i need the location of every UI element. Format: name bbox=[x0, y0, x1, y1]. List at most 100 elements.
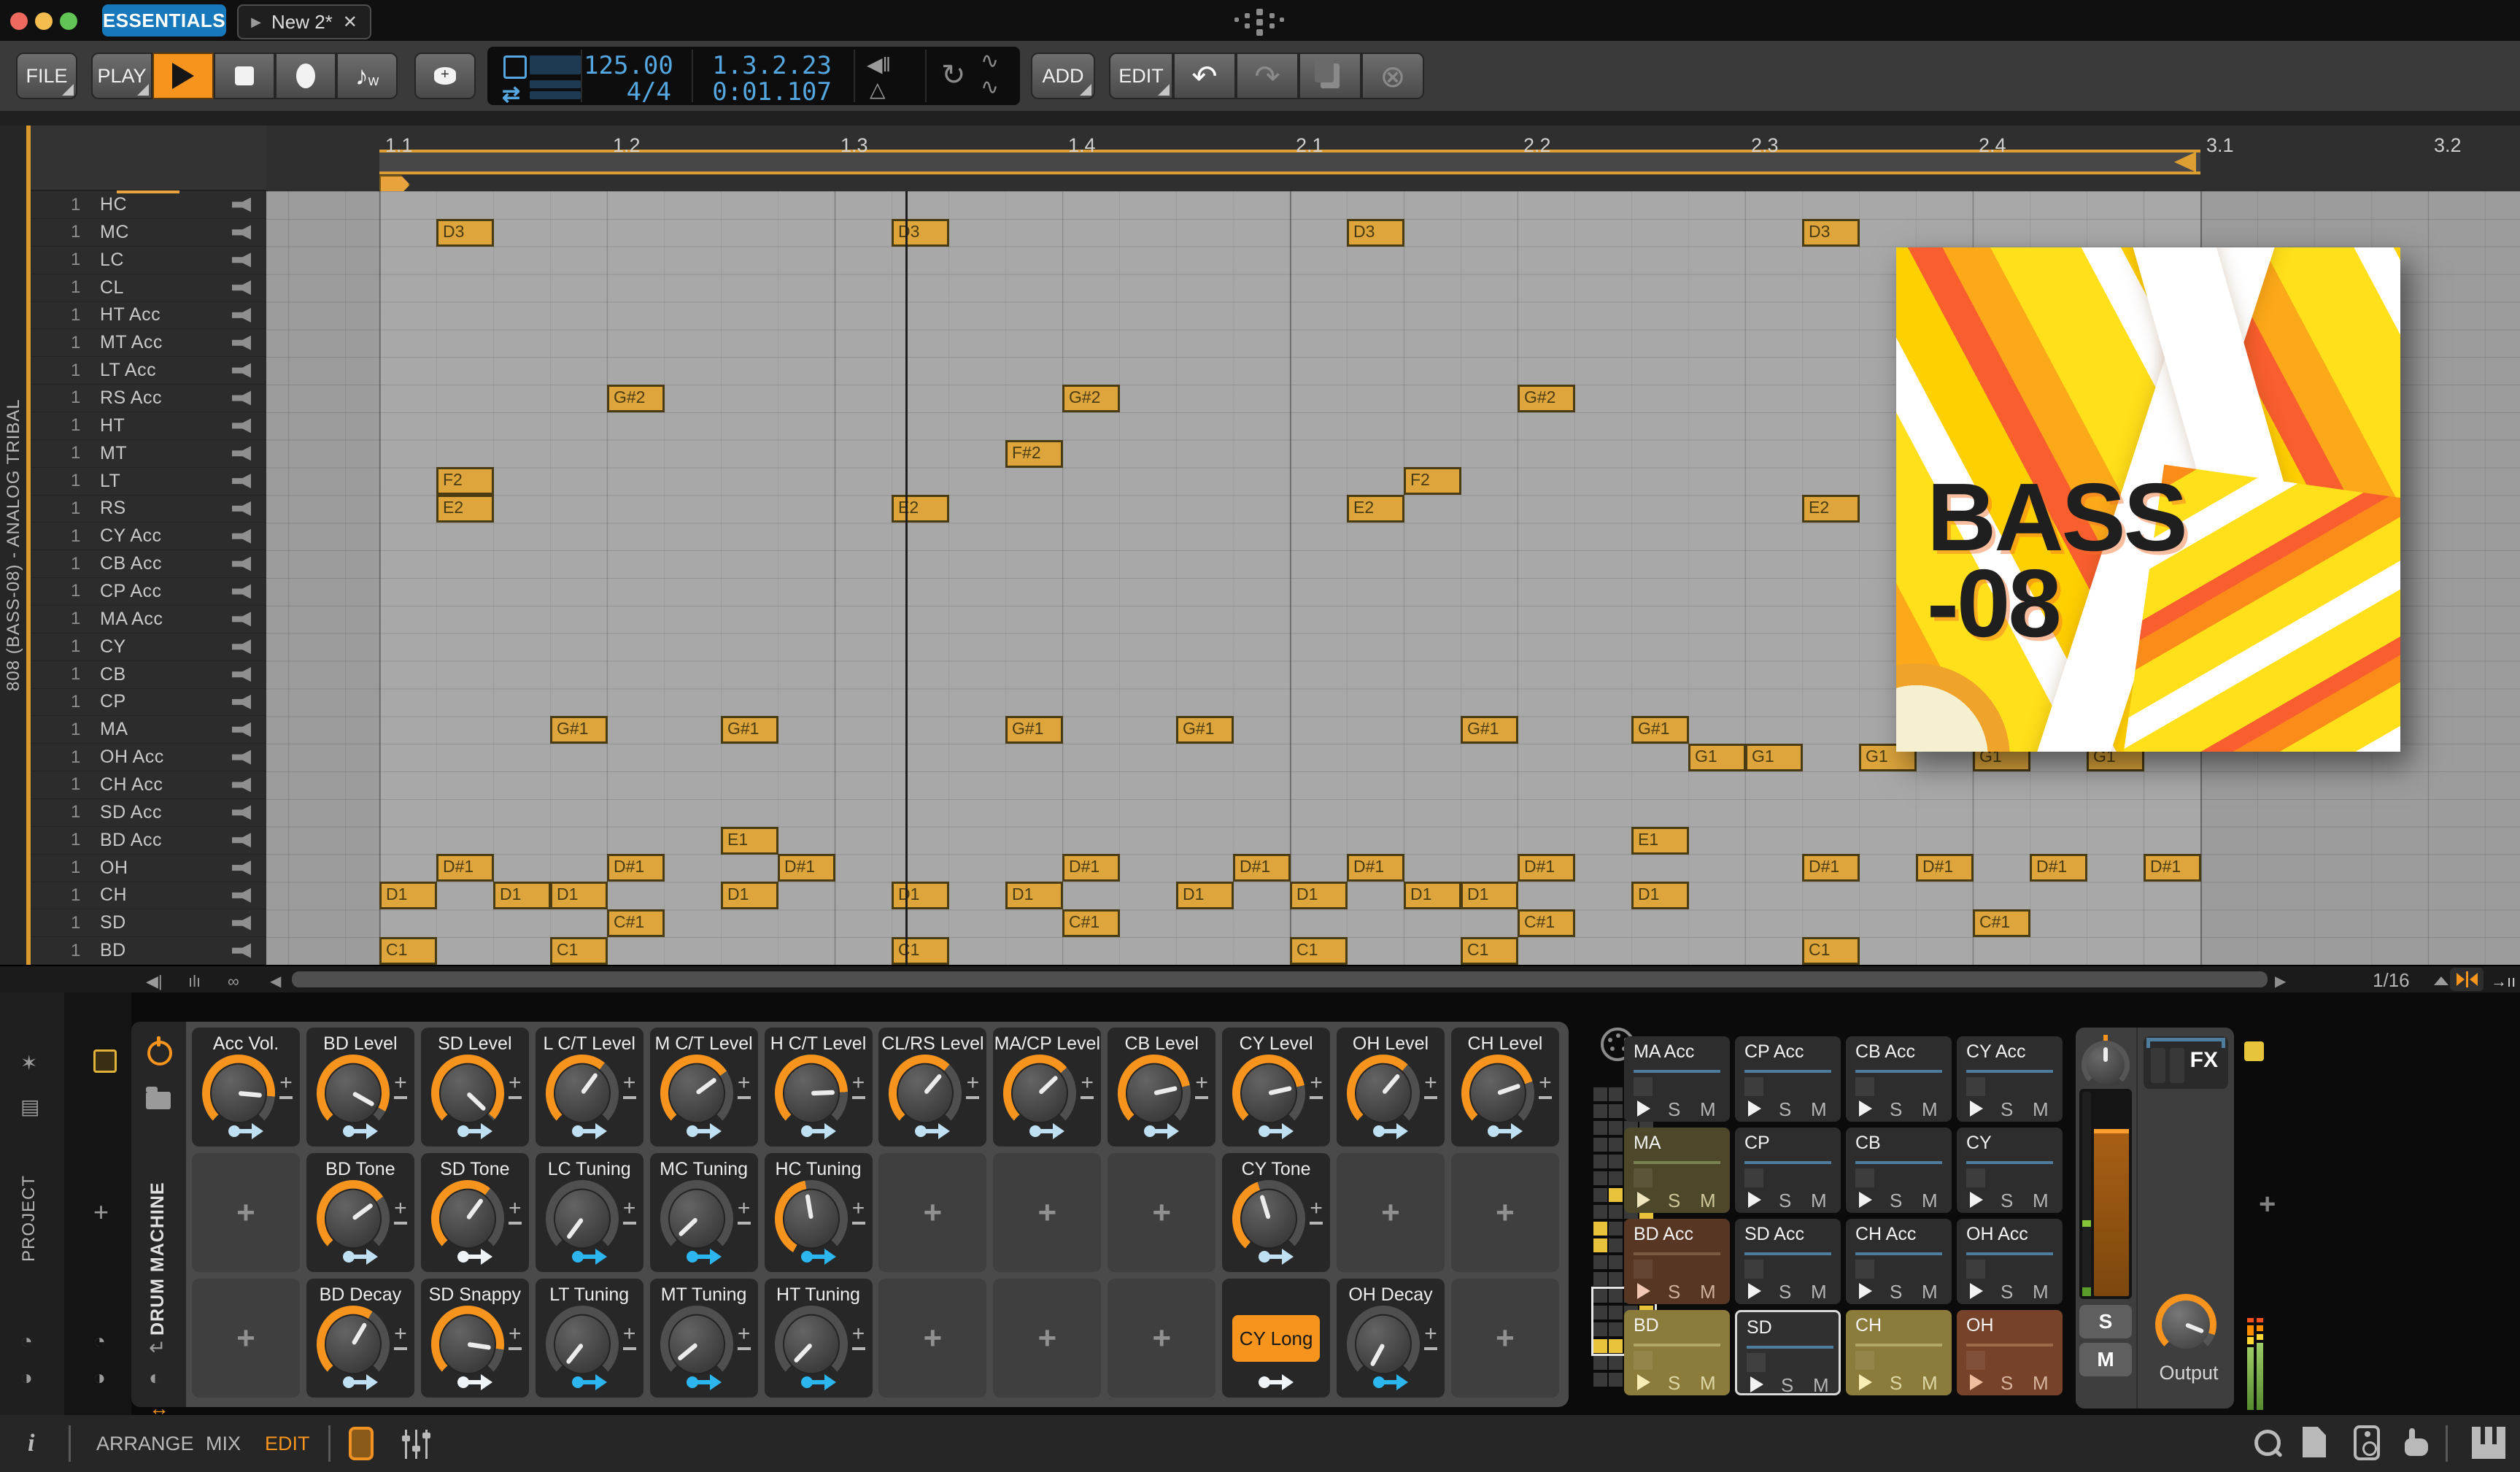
note-oh[interactable]: D#1 bbox=[2144, 854, 2201, 882]
drum-pad-sd[interactable]: SD S M bbox=[1735, 1310, 1841, 1396]
pad-mute-button[interactable]: M bbox=[1922, 1281, 1938, 1303]
pad-play-icon[interactable] bbox=[1859, 1192, 1872, 1208]
empty-macro-slot[interactable]: + bbox=[1108, 1153, 1216, 1272]
device-name-vertical[interactable]: DRUM MACHINE bbox=[147, 1117, 169, 1336]
fader-fill[interactable] bbox=[2094, 1133, 2129, 1296]
playhead-flag[interactable] bbox=[379, 175, 410, 191]
minimap-cell[interactable] bbox=[1609, 1188, 1623, 1202]
link-icon[interactable]: ∞ bbox=[228, 972, 239, 991]
mod-amount-icon[interactable]: + bbox=[393, 1198, 409, 1225]
pad-play-icon[interactable] bbox=[1637, 1192, 1650, 1208]
minimap-cell[interactable] bbox=[1609, 1255, 1623, 1269]
punch-in-icon[interactable]: ◀‖ bbox=[867, 53, 891, 77]
note-rs[interactable]: E2 bbox=[892, 495, 949, 523]
note-oh-acc[interactable]: G1 bbox=[1688, 744, 1746, 771]
mod-amount-icon[interactable]: + bbox=[1537, 1072, 1553, 1099]
speaker-icon[interactable] bbox=[232, 225, 251, 240]
minimap-cell[interactable] bbox=[1609, 1222, 1623, 1236]
stop-button[interactable] bbox=[214, 53, 275, 99]
lane-row-ht[interactable]: 1 HT bbox=[31, 412, 266, 440]
pad-solo-button[interactable]: S bbox=[1890, 1372, 1902, 1395]
speaker-icon[interactable] bbox=[232, 418, 251, 433]
drum-pad-oh-acc[interactable]: OH Acc S M bbox=[1957, 1219, 2063, 1304]
time-value[interactable]: 0:01.107 bbox=[708, 77, 832, 107]
modulation-route-icon[interactable] bbox=[800, 1374, 836, 1390]
speaker-icon[interactable] bbox=[232, 750, 251, 765]
lane-row-mc[interactable]: 1 MC bbox=[31, 219, 266, 247]
note-oh[interactable]: D#1 bbox=[1802, 854, 1860, 882]
pad-play-icon[interactable] bbox=[1637, 1283, 1650, 1299]
lane-row-cy-acc[interactable]: 1 CY Acc bbox=[31, 523, 266, 551]
drum-pad-ma-acc[interactable]: MA Acc S M bbox=[1624, 1036, 1730, 1122]
note-mc[interactable]: D3 bbox=[892, 218, 949, 247]
note-oh[interactable]: D#1 bbox=[1062, 854, 1120, 882]
pad-play-icon[interactable] bbox=[1748, 1283, 1761, 1299]
macro-knob-sd-level[interactable]: SD Level + bbox=[420, 1028, 529, 1147]
pad-mute-button[interactable]: M bbox=[1811, 1190, 1827, 1212]
note-rs[interactable]: E2 bbox=[436, 495, 494, 523]
note-ch[interactable]: D1 bbox=[892, 882, 949, 910]
modulation-route-icon[interactable] bbox=[342, 1374, 378, 1390]
minimap-cell[interactable] bbox=[1609, 1087, 1623, 1101]
note-lt[interactable]: F2 bbox=[1404, 467, 1461, 496]
macro-knob-bd-tone[interactable]: BD Tone + bbox=[306, 1153, 414, 1272]
note-sd[interactable]: C#1 bbox=[1062, 909, 1120, 938]
detail-editor-toggle-icon[interactable] bbox=[349, 1427, 374, 1460]
duplicate-button[interactable] bbox=[1299, 53, 1361, 99]
note-mc[interactable]: D3 bbox=[1347, 218, 1404, 247]
note-ma[interactable]: G#1 bbox=[1005, 716, 1063, 744]
pad-play-icon[interactable] bbox=[1970, 1283, 1983, 1299]
lane-row-cb-acc[interactable]: 1 CB Acc bbox=[31, 550, 266, 579]
note-ch[interactable]: D1 bbox=[1290, 882, 1348, 910]
note-lt[interactable]: F2 bbox=[436, 467, 494, 496]
minimap-cell[interactable] bbox=[1593, 1238, 1607, 1252]
note-ch[interactable]: D1 bbox=[1631, 882, 1689, 910]
speaker-icon[interactable] bbox=[232, 694, 251, 709]
minimize-window-button[interactable] bbox=[35, 12, 53, 30]
device-preset-icon[interactable] bbox=[146, 1087, 171, 1109]
modulation-route-icon[interactable] bbox=[571, 1123, 607, 1139]
speaker-icon[interactable] bbox=[232, 722, 251, 737]
inspector-toggle-icon[interactable] bbox=[402, 1430, 431, 1459]
knob[interactable] bbox=[774, 1180, 848, 1257]
macro-knob-lc-tuning[interactable]: LC Tuning + bbox=[535, 1153, 643, 1272]
half-circle-icon[interactable]: ◑ bbox=[20, 1366, 33, 1390]
lane-row-rs[interactable]: 1 RS bbox=[31, 495, 266, 523]
pad-solo-button[interactable]: S bbox=[1668, 1372, 1680, 1395]
pad-play-icon[interactable] bbox=[1970, 1192, 1983, 1208]
pad-play-icon[interactable] bbox=[1750, 1376, 1763, 1392]
pad-mute-button[interactable]: M bbox=[1811, 1281, 1827, 1303]
minimap-cell[interactable] bbox=[1609, 1121, 1623, 1135]
note-grid[interactable]: BASS -08 D3 D3 D3 D3 G#2 G#2 G#2 F#2 F2 F2 E2 E2 E2 E… bbox=[266, 191, 2520, 965]
drum-pad-cy-acc[interactable]: CY Acc S M bbox=[1957, 1036, 2063, 1122]
overdub-button[interactable]: ♪ w bbox=[336, 53, 398, 99]
pad-solo-button[interactable]: S bbox=[1779, 1190, 1791, 1212]
mod-amount-icon[interactable]: + bbox=[622, 1323, 638, 1350]
minimap-cell[interactable] bbox=[1609, 1155, 1623, 1168]
mod-amount-icon[interactable]: + bbox=[1308, 1072, 1324, 1099]
pad-mute-button[interactable]: M bbox=[1811, 1098, 1827, 1121]
minimap-cell[interactable] bbox=[1593, 1356, 1607, 1370]
mod-amount-icon[interactable]: + bbox=[736, 1198, 752, 1225]
minimap-cell[interactable] bbox=[1593, 1171, 1607, 1185]
empty-macro-slot[interactable]: + bbox=[192, 1153, 300, 1272]
minimap-cell[interactable] bbox=[1609, 1205, 1623, 1219]
note-oh[interactable]: D#1 bbox=[436, 854, 494, 882]
drum-pad-cp-acc[interactable]: CP Acc S M bbox=[1735, 1036, 1841, 1122]
note-oh[interactable]: D#1 bbox=[1518, 854, 1575, 882]
note-sd[interactable]: C#1 bbox=[1973, 909, 2030, 938]
empty-macro-slot[interactable]: + bbox=[1450, 1153, 1559, 1272]
macro-knob-m-c-t-level[interactable]: M C/T Level + bbox=[649, 1028, 758, 1147]
note-ma[interactable]: G#1 bbox=[721, 716, 778, 744]
modulation-route-icon[interactable] bbox=[1373, 1123, 1408, 1139]
tab-mix[interactable]: MIX bbox=[206, 1415, 241, 1472]
speaker-icon[interactable] bbox=[232, 307, 251, 323]
snap-toggle-button[interactable] bbox=[2450, 968, 2484, 991]
macro-knob-mt-tuning[interactable]: MT Tuning + bbox=[649, 1279, 758, 1398]
drum-pad-sd-acc[interactable]: SD Acc S M bbox=[1735, 1219, 1841, 1304]
modulation-route-icon[interactable] bbox=[1259, 1374, 1294, 1390]
note-ch[interactable]: D1 bbox=[550, 882, 608, 910]
speaker-icon[interactable] bbox=[232, 556, 251, 571]
macro-knob-l-c-t-level[interactable]: L C/T Level + bbox=[535, 1028, 643, 1147]
note-mc[interactable]: D3 bbox=[436, 218, 494, 247]
